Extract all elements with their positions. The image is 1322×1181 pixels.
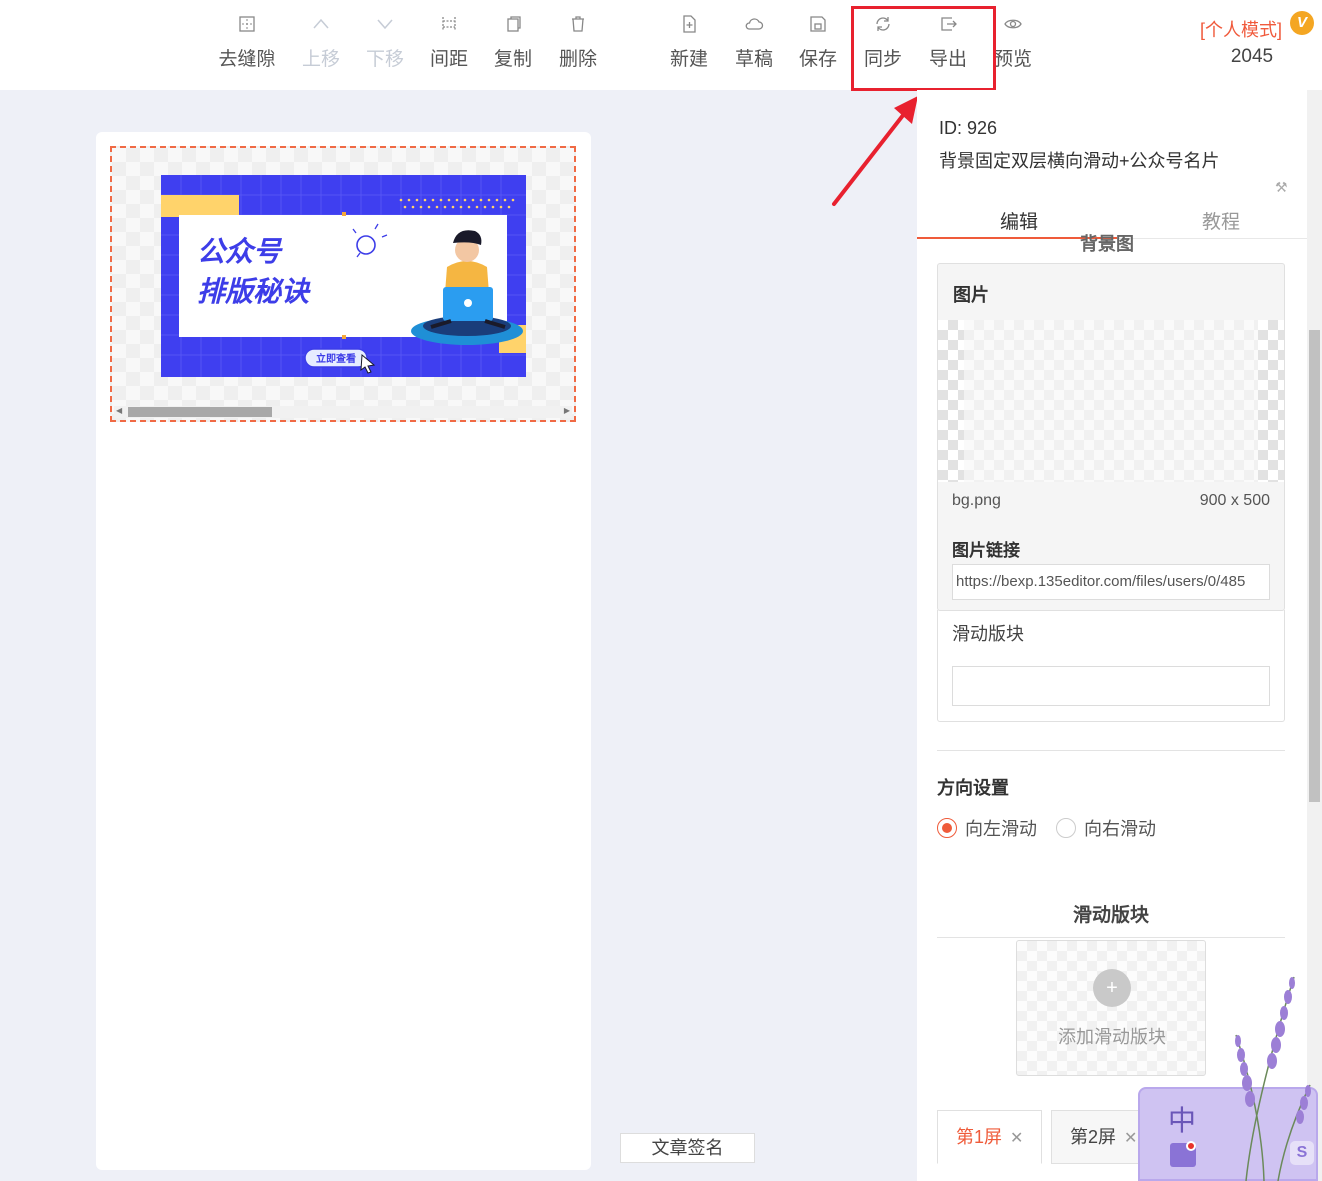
- image-dimensions: 900 x 500: [1199, 492, 1270, 509]
- close-icon[interactable]: ✕: [1124, 1130, 1137, 1147]
- trash-icon: [546, 14, 610, 42]
- add-slide-block-label: 添加滑动版块: [1058, 1027, 1166, 1047]
- personal-mode-link[interactable]: [个人模式]: [1200, 16, 1282, 42]
- slide-block-card: 滑动版块: [937, 610, 1285, 722]
- remove-gap-label: 去缝隙: [218, 49, 276, 70]
- background-image-section-label: 背景图: [1080, 234, 1134, 254]
- ime-language-toggle[interactable]: 中: [1168, 1099, 1196, 1139]
- notification-dot-icon: [1186, 1141, 1196, 1151]
- user-count: 2045: [1230, 46, 1274, 67]
- vertical-scrollbar-thumb[interactable]: [1309, 330, 1320, 802]
- horizontal-scrollbar[interactable]: ◀ ▶: [114, 406, 572, 418]
- chevron-up-icon: [289, 14, 353, 42]
- close-icon[interactable]: ✕: [1010, 1130, 1023, 1147]
- top-toolbar: 去缝隙 上移 下移 间距 复制 删除 新建 草稿 保存 同步 导出 预览 [个人…: [0, 0, 1322, 90]
- scroll-left-icon[interactable]: ◀: [116, 406, 122, 415]
- remove-gap-icon: [215, 14, 279, 42]
- image-card-title: 图片: [953, 285, 989, 305]
- horizontal-scrollbar-thumb[interactable]: [128, 407, 272, 417]
- vip-badge-icon: V: [1290, 11, 1314, 35]
- add-slide-block-button[interactable]: + 添加滑动版块: [1016, 940, 1206, 1076]
- divider: [937, 750, 1285, 751]
- tab-edit[interactable]: 编辑: [1000, 207, 1038, 234]
- image-link-input[interactable]: https://bexp.135editor.com/files/users/0…: [952, 564, 1270, 600]
- editor-canvas[interactable]: 公众号 排版秘诀 立即查看 ◀ ▶: [96, 132, 591, 1170]
- annotation-highlight-box: [851, 6, 996, 91]
- remove-gap-button[interactable]: 去缝隙: [215, 14, 279, 71]
- spacing-button[interactable]: 间距: [417, 14, 481, 71]
- image-card: 图片 bg.png 900 x 500 图片链接 https://bexp.13…: [937, 263, 1285, 611]
- spacing-icon: [417, 14, 481, 42]
- tab-tutorial[interactable]: 教程: [1202, 207, 1240, 234]
- chevron-down-icon: [353, 14, 417, 42]
- slide-block-title: 滑动版块: [952, 624, 1024, 644]
- new-label: 新建: [669, 49, 708, 70]
- delete-label: 删除: [558, 49, 597, 70]
- copy-label: 复制: [493, 49, 532, 70]
- save-icon: [786, 14, 850, 42]
- direction-settings-title: 方向设置: [937, 778, 1009, 798]
- move-down-button[interactable]: 下移: [353, 14, 417, 71]
- delete-button[interactable]: 删除: [546, 14, 610, 71]
- radio-slide-left[interactable]: 向左滑动: [937, 815, 1037, 841]
- new-file-icon: [657, 14, 721, 42]
- radio-slide-left-label: 向左滑动: [965, 819, 1037, 839]
- banner-image: 公众号 排版秘诀 立即查看: [161, 175, 526, 377]
- banner-title-line1: 公众号: [197, 235, 283, 268]
- selected-block[interactable]: 公众号 排版秘诀 立即查看 ◀ ▶: [110, 146, 576, 422]
- template-id: ID: 926: [939, 118, 998, 138]
- move-up-label: 上移: [301, 49, 340, 70]
- view-now-label: 立即查看: [316, 352, 356, 365]
- template-name: 背景固定双层横向滑动+公众号名片: [939, 151, 1220, 171]
- screen-tab-2-label: 第2屏: [1070, 1127, 1117, 1147]
- copy-button[interactable]: 复制: [481, 14, 545, 71]
- slide-block-input[interactable]: [952, 666, 1270, 706]
- screen-tab-1[interactable]: 第1屏 ✕: [937, 1110, 1043, 1164]
- spacing-label: 间距: [429, 49, 468, 70]
- move-down-label: 下移: [365, 49, 404, 70]
- save-label: 保存: [798, 49, 837, 70]
- slide-block-section-title: 滑动版块: [937, 900, 1285, 938]
- move-up-button[interactable]: 上移: [289, 14, 353, 71]
- cloud-icon: [722, 14, 786, 42]
- draft-label: 草稿: [734, 49, 773, 70]
- save-button[interactable]: 保存: [786, 14, 850, 71]
- image-filename: bg.png: [952, 492, 1001, 509]
- radio-slide-right[interactable]: 向右滑动: [1056, 815, 1156, 841]
- radio-slide-right-label: 向右滑动: [1084, 819, 1156, 839]
- annotation-arrow-icon: [832, 96, 918, 206]
- add-link-icon: +: [1093, 969, 1131, 1007]
- new-button[interactable]: 新建: [657, 14, 721, 71]
- radio-unchecked-icon: [1056, 818, 1076, 839]
- radio-checked-icon: [937, 818, 957, 839]
- image-preview[interactable]: [938, 320, 1284, 482]
- copy-icon: [481, 14, 545, 42]
- image-link-label: 图片链接: [952, 541, 1020, 560]
- scroll-right-icon[interactable]: ▶: [564, 406, 570, 415]
- draft-button[interactable]: 草稿: [722, 14, 786, 71]
- banner-title-line2: 排版秘诀: [197, 275, 311, 308]
- screen-tab-1-label: 第1屏: [956, 1127, 1003, 1147]
- lavender-decoration-icon: [1235, 976, 1311, 1181]
- article-signature-button[interactable]: 文章签名: [620, 1133, 755, 1163]
